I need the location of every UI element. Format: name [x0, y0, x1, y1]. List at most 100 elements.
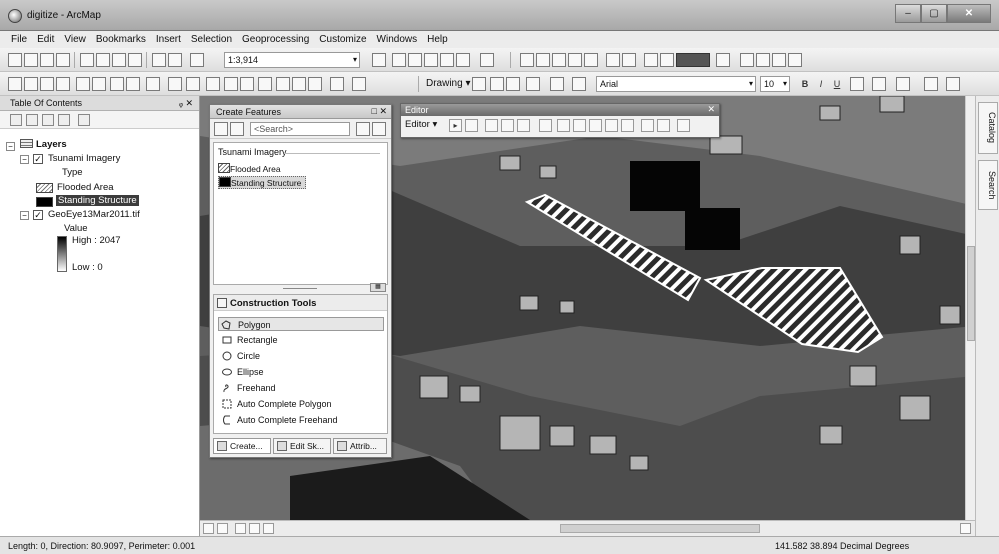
- tool-6-icon[interactable]: [606, 53, 620, 67]
- category-flooded-area[interactable]: Flooded Area: [57, 182, 114, 193]
- raster-stretch-ramp[interactable]: [57, 236, 67, 272]
- clear-search-icon[interactable]: [372, 122, 386, 136]
- tab-edit-sketch[interactable]: Edit Sk...: [273, 438, 331, 454]
- forward-extent-icon[interactable]: [126, 77, 140, 91]
- toolbar-options-icon[interactable]: [946, 77, 960, 91]
- menu-insert[interactable]: Insert: [151, 31, 186, 48]
- split-icon[interactable]: [605, 119, 618, 132]
- pan-icon[interactable]: [40, 77, 54, 91]
- catalog-window-icon[interactable]: [408, 53, 422, 67]
- collapse-layers-icon[interactable]: −: [6, 142, 15, 151]
- layout-view-icon[interactable]: [217, 523, 228, 534]
- new-document-icon[interactable]: [8, 53, 22, 67]
- organize-templates-icon[interactable]: [214, 122, 228, 136]
- edit-tool-icon[interactable]: ▸: [449, 119, 462, 132]
- delete-icon[interactable]: [128, 53, 142, 67]
- sketch-properties-icon[interactable]: [657, 119, 670, 132]
- menu-view[interactable]: View: [59, 31, 91, 48]
- search-window-icon[interactable]: [424, 53, 438, 67]
- underline-button[interactable]: U: [830, 77, 844, 91]
- point-icon[interactable]: [539, 119, 552, 132]
- rotate-icon[interactable]: [621, 119, 634, 132]
- add-data-icon[interactable]: [190, 53, 204, 67]
- template-search-input[interactable]: <Search>: [250, 122, 350, 136]
- marker-color-icon[interactable]: [924, 77, 938, 91]
- time-slider-icon[interactable]: [330, 77, 344, 91]
- edit-annotation-icon[interactable]: [465, 119, 478, 132]
- tool-freehand[interactable]: Freehand: [220, 381, 276, 395]
- menu-windows[interactable]: Windows: [372, 31, 423, 48]
- zoom-out-icon[interactable]: [24, 77, 38, 91]
- fill-color-icon[interactable]: [872, 77, 886, 91]
- geoeye-visibility-checkbox[interactable]: ✓: [33, 210, 43, 220]
- cut-icon[interactable]: [80, 53, 94, 67]
- model-builder-icon[interactable]: [480, 53, 494, 67]
- topology-tool-2-icon[interactable]: [536, 53, 550, 67]
- tool-ellipse[interactable]: Ellipse: [220, 365, 264, 379]
- search-tab[interactable]: Search: [978, 160, 998, 210]
- create-viewer-icon[interactable]: [352, 77, 366, 91]
- panel-splitter[interactable]: ▦: [213, 283, 388, 292]
- editor-toolbar-icon[interactable]: [372, 53, 386, 67]
- template-standing-structure[interactable]: Standing Structure: [218, 176, 307, 189]
- topology-tool-5-icon[interactable]: [584, 53, 598, 67]
- list-by-visibility-icon[interactable]: [42, 114, 54, 126]
- back-extent-icon[interactable]: [110, 77, 124, 91]
- menu-file[interactable]: File: [6, 31, 32, 48]
- create-features-icon[interactable]: [677, 119, 690, 132]
- editor-titlebar[interactable]: Editor ✕: [401, 104, 719, 116]
- scroll-right-icon[interactable]: [960, 523, 971, 534]
- tool-polygon[interactable]: Polygon: [218, 317, 384, 331]
- menu-bookmarks[interactable]: Bookmarks: [91, 31, 151, 48]
- tsunami-visibility-checkbox[interactable]: ✓: [33, 154, 43, 164]
- list-by-drawing-order-icon[interactable]: [10, 114, 22, 126]
- copy-icon[interactable]: [96, 53, 110, 67]
- create-features-window-controls[interactable]: □ ✕: [372, 106, 387, 117]
- font-color-icon[interactable]: [850, 77, 864, 91]
- zoom-to-element-icon[interactable]: [506, 77, 520, 91]
- measure-icon[interactable]: [258, 77, 272, 91]
- close-button[interactable]: ✕: [947, 4, 991, 23]
- find-route-icon[interactable]: [292, 77, 306, 91]
- data-view-icon[interactable]: [203, 523, 214, 534]
- menu-geoprocessing[interactable]: Geoprocessing: [237, 31, 314, 48]
- minimize-button[interactable]: –: [895, 4, 921, 23]
- python-window-icon[interactable]: [456, 53, 470, 67]
- save-icon[interactable]: [40, 53, 54, 67]
- category-standing-structure[interactable]: Standing Structure: [56, 195, 139, 206]
- splitter-grip[interactable]: [283, 288, 317, 290]
- vertical-scroll-thumb[interactable]: [967, 246, 975, 341]
- template-flooded-area[interactable]: Flooded Area: [218, 163, 281, 174]
- layer-geoeye[interactable]: GeoEye13Mar2011.tif: [48, 209, 140, 220]
- fixed-zoom-in-icon[interactable]: [76, 77, 90, 91]
- edit-vertices-icon[interactable]: [557, 119, 570, 132]
- full-extent-icon[interactable]: [56, 77, 70, 91]
- italic-button[interactable]: I: [814, 77, 828, 91]
- collapse-tsunami-icon[interactable]: −: [20, 155, 29, 164]
- standing-structure-swatch[interactable]: [36, 197, 53, 207]
- bold-button[interactable]: B: [798, 77, 812, 91]
- tool-rectangle[interactable]: Rectangle: [220, 333, 278, 347]
- list-by-selection-icon[interactable]: [58, 114, 70, 126]
- collapse-geoeye-icon[interactable]: −: [20, 211, 29, 220]
- clear-selection-icon[interactable]: [168, 77, 182, 91]
- editor-close-button[interactable]: ✕: [707, 104, 715, 115]
- tool-13-icon[interactable]: [788, 53, 802, 67]
- rectangle-icon[interactable]: [526, 77, 540, 91]
- tool-auto-complete-freehand[interactable]: Auto Complete Freehand: [220, 413, 338, 427]
- layers-group[interactable]: Layers: [20, 139, 67, 150]
- search-icon[interactable]: [356, 122, 370, 136]
- topology-tool-1-icon[interactable]: [520, 53, 534, 67]
- trace-icon[interactable]: [517, 119, 530, 132]
- new-text-icon[interactable]: [550, 77, 564, 91]
- edit-vertices-icon[interactable]: [572, 77, 586, 91]
- paste-icon[interactable]: [112, 53, 126, 67]
- menu-help[interactable]: Help: [422, 31, 453, 48]
- color-swatch-icon[interactable]: [676, 53, 710, 67]
- refresh-icon[interactable]: [235, 523, 246, 534]
- cut-polygons-icon[interactable]: [589, 119, 602, 132]
- scroll-left-icon[interactable]: [263, 523, 274, 534]
- tab-attributes[interactable]: Attrib...: [333, 438, 387, 454]
- filter-templates-icon[interactable]: [230, 122, 244, 136]
- horizontal-scroll-thumb[interactable]: [560, 524, 760, 533]
